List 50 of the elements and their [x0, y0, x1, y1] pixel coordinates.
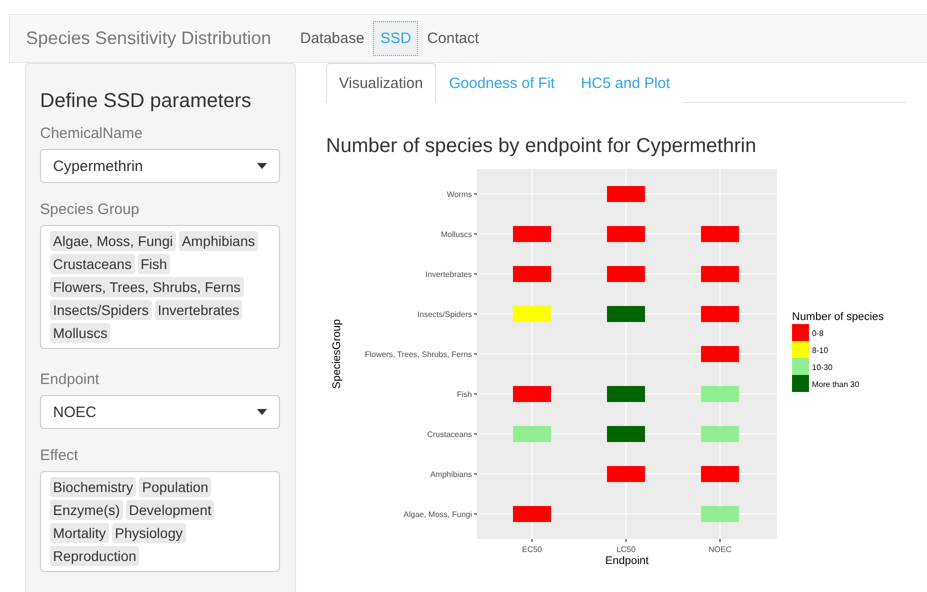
- legend-label: 8-10: [812, 346, 828, 355]
- field-label: Species Group: [40, 201, 140, 218]
- caret-icon: [257, 409, 267, 415]
- chart-title: Number of species by endpoint for Cypermethrin: [326, 135, 758, 158]
- x-tick-label: EC50: [522, 545, 542, 554]
- tab[interactable]: Visualization: [326, 63, 436, 103]
- selected-tag[interactable]: Biochemistry: [50, 477, 136, 497]
- field-label: Endpoint: [40, 371, 100, 388]
- selected-tag[interactable]: Enzyme(s): [50, 500, 123, 520]
- y-axis-title: SpeciesGroup: [331, 319, 343, 389]
- sidebar-title: Define SSD parameters: [40, 90, 252, 113]
- legend-label: 0-8: [812, 329, 824, 338]
- selected-tag[interactable]: Flowers, Trees, Shrubs, Ferns: [50, 277, 244, 297]
- selected-tag[interactable]: Crustaceans: [50, 254, 135, 274]
- selected-tag[interactable]: Algae, Moss, Fungi: [50, 231, 176, 251]
- x-tick-label: NOEC: [708, 545, 732, 554]
- brand-title: Species Sensitivity Distribution: [26, 28, 272, 49]
- multi-select-field[interactable]: Biochemistry Population Enzyme(s) Development Mortality Physiology Reproduction: [40, 471, 280, 572]
- select-field[interactable]: Cypermethrin: [40, 149, 280, 183]
- y-tick-label: Fish: [456, 390, 472, 399]
- selected-tag[interactable]: Reproduction: [50, 546, 140, 566]
- y-tick-label: Flowers, Trees, Shrubs, Ferns: [364, 350, 472, 359]
- selected-tag[interactable]: Fish: [138, 254, 170, 274]
- y-tick-label: Amphibians: [430, 470, 472, 479]
- x-tick-label: LC50: [616, 545, 636, 554]
- y-tick-label: Invertebrates: [425, 270, 472, 279]
- selected-tag[interactable]: Physiology: [112, 523, 186, 543]
- nav-link[interactable]: Database: [293, 21, 372, 56]
- select-field[interactable]: NOEC: [40, 395, 280, 429]
- field-label: ChemicalName: [40, 125, 144, 142]
- selected-tag[interactable]: Molluscs: [50, 323, 110, 343]
- nav-link[interactable]: Contact: [420, 21, 486, 56]
- selected-tag[interactable]: Amphibians: [178, 231, 258, 251]
- y-tick-label: Crustaceans: [427, 430, 472, 439]
- legend-title: Number of species: [792, 311, 884, 323]
- caret-icon: [257, 163, 267, 169]
- selected-tag[interactable]: Insects/Spiders: [50, 300, 152, 320]
- legend-label: 10-30: [812, 363, 832, 372]
- selected-tag[interactable]: Population: [139, 477, 212, 497]
- selected-tag[interactable]: Invertebrates: [154, 300, 242, 320]
- y-tick-label: Insects/Spiders: [417, 310, 472, 319]
- selected-tag[interactable]: Mortality: [50, 523, 109, 543]
- x-axis-title: Endpoint: [605, 555, 649, 567]
- field-label: Effect: [40, 447, 80, 464]
- multi-select-field[interactable]: Algae, Moss, Fungi Amphibians Crustaceans Fish Flowers, Trees, Shrubs, Ferns Insects/Spiders Invertebrates Molluscs: [40, 225, 280, 349]
- selected-tag[interactable]: Development: [126, 500, 214, 520]
- y-tick-label: Molluscs: [440, 230, 472, 239]
- legend-label: More than 30: [812, 380, 860, 389]
- y-tick-label: Algae, Moss, Fungi: [404, 510, 472, 519]
- y-tick-label: Worms: [446, 190, 472, 199]
